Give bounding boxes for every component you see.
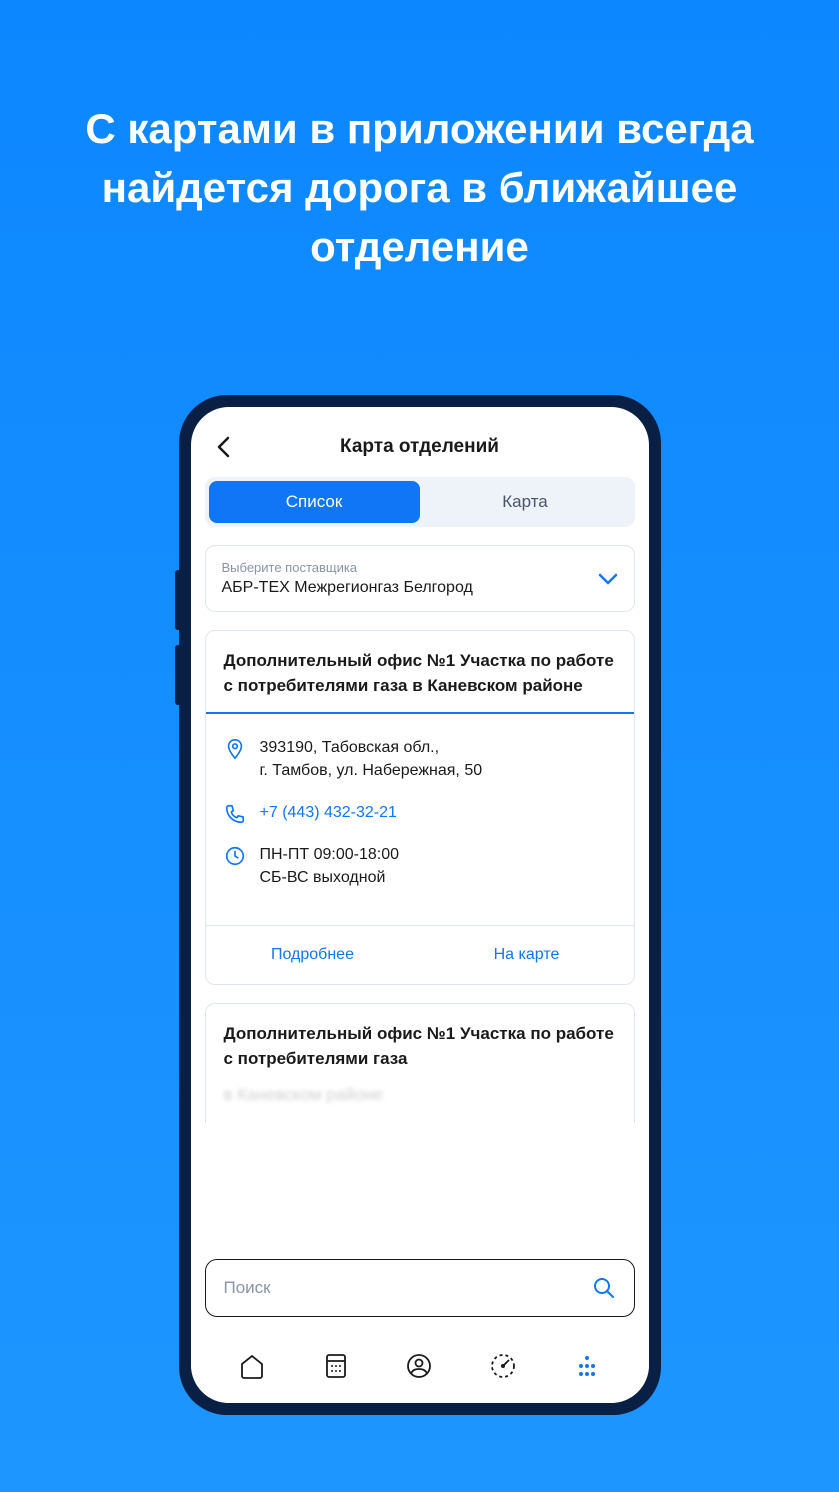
details-button[interactable]: Подробнее <box>206 926 420 984</box>
clock-icon <box>224 845 246 867</box>
branch-title-2: Дополнительный офис №1 Участка по работе… <box>206 1004 634 1085</box>
gauge-icon <box>489 1352 517 1380</box>
phone-frame: Карта отделений Список Карта Выберите по… <box>179 395 661 1415</box>
phone-row[interactable]: +7 (443) 432-32-21 <box>224 801 616 825</box>
tab-map[interactable]: Карта <box>420 481 631 523</box>
phone-screen: Карта отделений Список Карта Выберите по… <box>191 407 649 1403</box>
on-map-button[interactable]: На карте <box>420 926 634 984</box>
nav-profile[interactable] <box>403 1350 435 1382</box>
address-line1: 393190, Табовская обл., <box>260 739 440 756</box>
branch-title: Дополнительный офис №1 Участка по работе… <box>206 631 634 714</box>
search-icon <box>592 1276 616 1300</box>
branch-faded-text: в Каневском районе <box>206 1085 634 1123</box>
nav-meter[interactable] <box>487 1350 519 1382</box>
app-header: Карта отделений <box>191 407 649 477</box>
phone-icon <box>224 803 246 825</box>
hours-line2: СБ-ВС выходной <box>260 869 386 886</box>
provider-value: АБР-ТЕХ Межрегионгаз Белгород <box>222 579 598 597</box>
segmented-control: Список Карта <box>205 477 635 527</box>
nav-more[interactable] <box>571 1350 603 1382</box>
provider-dropdown[interactable]: Выберите поставщика АБР-ТЕХ Межрегионгаз… <box>205 545 635 612</box>
tab-list[interactable]: Список <box>209 481 420 523</box>
bottom-nav <box>191 1329 649 1403</box>
branch-card: Дополнительный офис №1 Участка по работе… <box>205 630 635 985</box>
chevron-down-icon <box>598 573 618 585</box>
address-row: 393190, Табовская обл., г. Тамбов, ул. Н… <box>224 736 616 782</box>
branch-card-2: Дополнительный офис №1 Участка по работе… <box>205 1003 635 1123</box>
calculator-icon <box>322 1352 350 1380</box>
nav-calculator[interactable] <box>320 1350 352 1382</box>
provider-label: Выберите поставщика <box>222 560 598 575</box>
more-icon <box>573 1352 601 1380</box>
home-icon <box>238 1352 266 1380</box>
location-icon <box>224 738 246 760</box>
search-bar[interactable]: Поиск <box>205 1259 635 1317</box>
search-placeholder: Поиск <box>224 1278 271 1298</box>
hours-row: ПН-ПТ 09:00-18:00 СБ-ВС выходной <box>224 843 616 889</box>
hours-line1: ПН-ПТ 09:00-18:00 <box>260 846 400 863</box>
address-line2: г. Тамбов, ул. Набережная, 50 <box>260 762 483 779</box>
profile-icon <box>405 1352 433 1380</box>
nav-home[interactable] <box>236 1350 268 1382</box>
page-title: Карта отделений <box>211 436 629 458</box>
promo-headline: С картами в приложении всегда найдется д… <box>0 0 839 276</box>
phone-number: +7 (443) 432-32-21 <box>260 801 397 824</box>
